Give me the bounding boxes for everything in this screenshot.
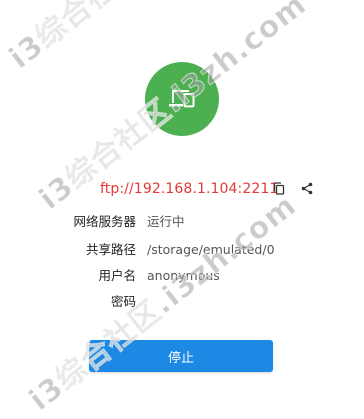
shared-path-value: /storage/emulated/0: [147, 242, 275, 257]
shared-path-label: 共享路径: [85, 242, 136, 257]
copy-url-button[interactable]: [270, 180, 288, 198]
network-service-label: 网络服务器: [73, 214, 136, 229]
stop-button[interactable]: 停止: [89, 340, 273, 372]
server-url[interactable]: ftp://192.168.1.104:2211: [100, 180, 278, 198]
share-url-button[interactable]: [298, 180, 316, 198]
server-status-circle: [145, 62, 219, 136]
devices-icon: [167, 87, 197, 111]
share-icon: [301, 180, 313, 199]
network-service-value: 运行中: [147, 214, 185, 229]
server-url-row: ftp://192.168.1.104:2211: [100, 180, 278, 198]
password-label: 密码: [110, 294, 136, 309]
copy-icon: [273, 180, 285, 199]
watermark: i3综合社区.i3zh.com: [0, 0, 284, 77]
username-value: anonymous: [147, 268, 220, 283]
username-label: 用户名: [98, 268, 136, 283]
